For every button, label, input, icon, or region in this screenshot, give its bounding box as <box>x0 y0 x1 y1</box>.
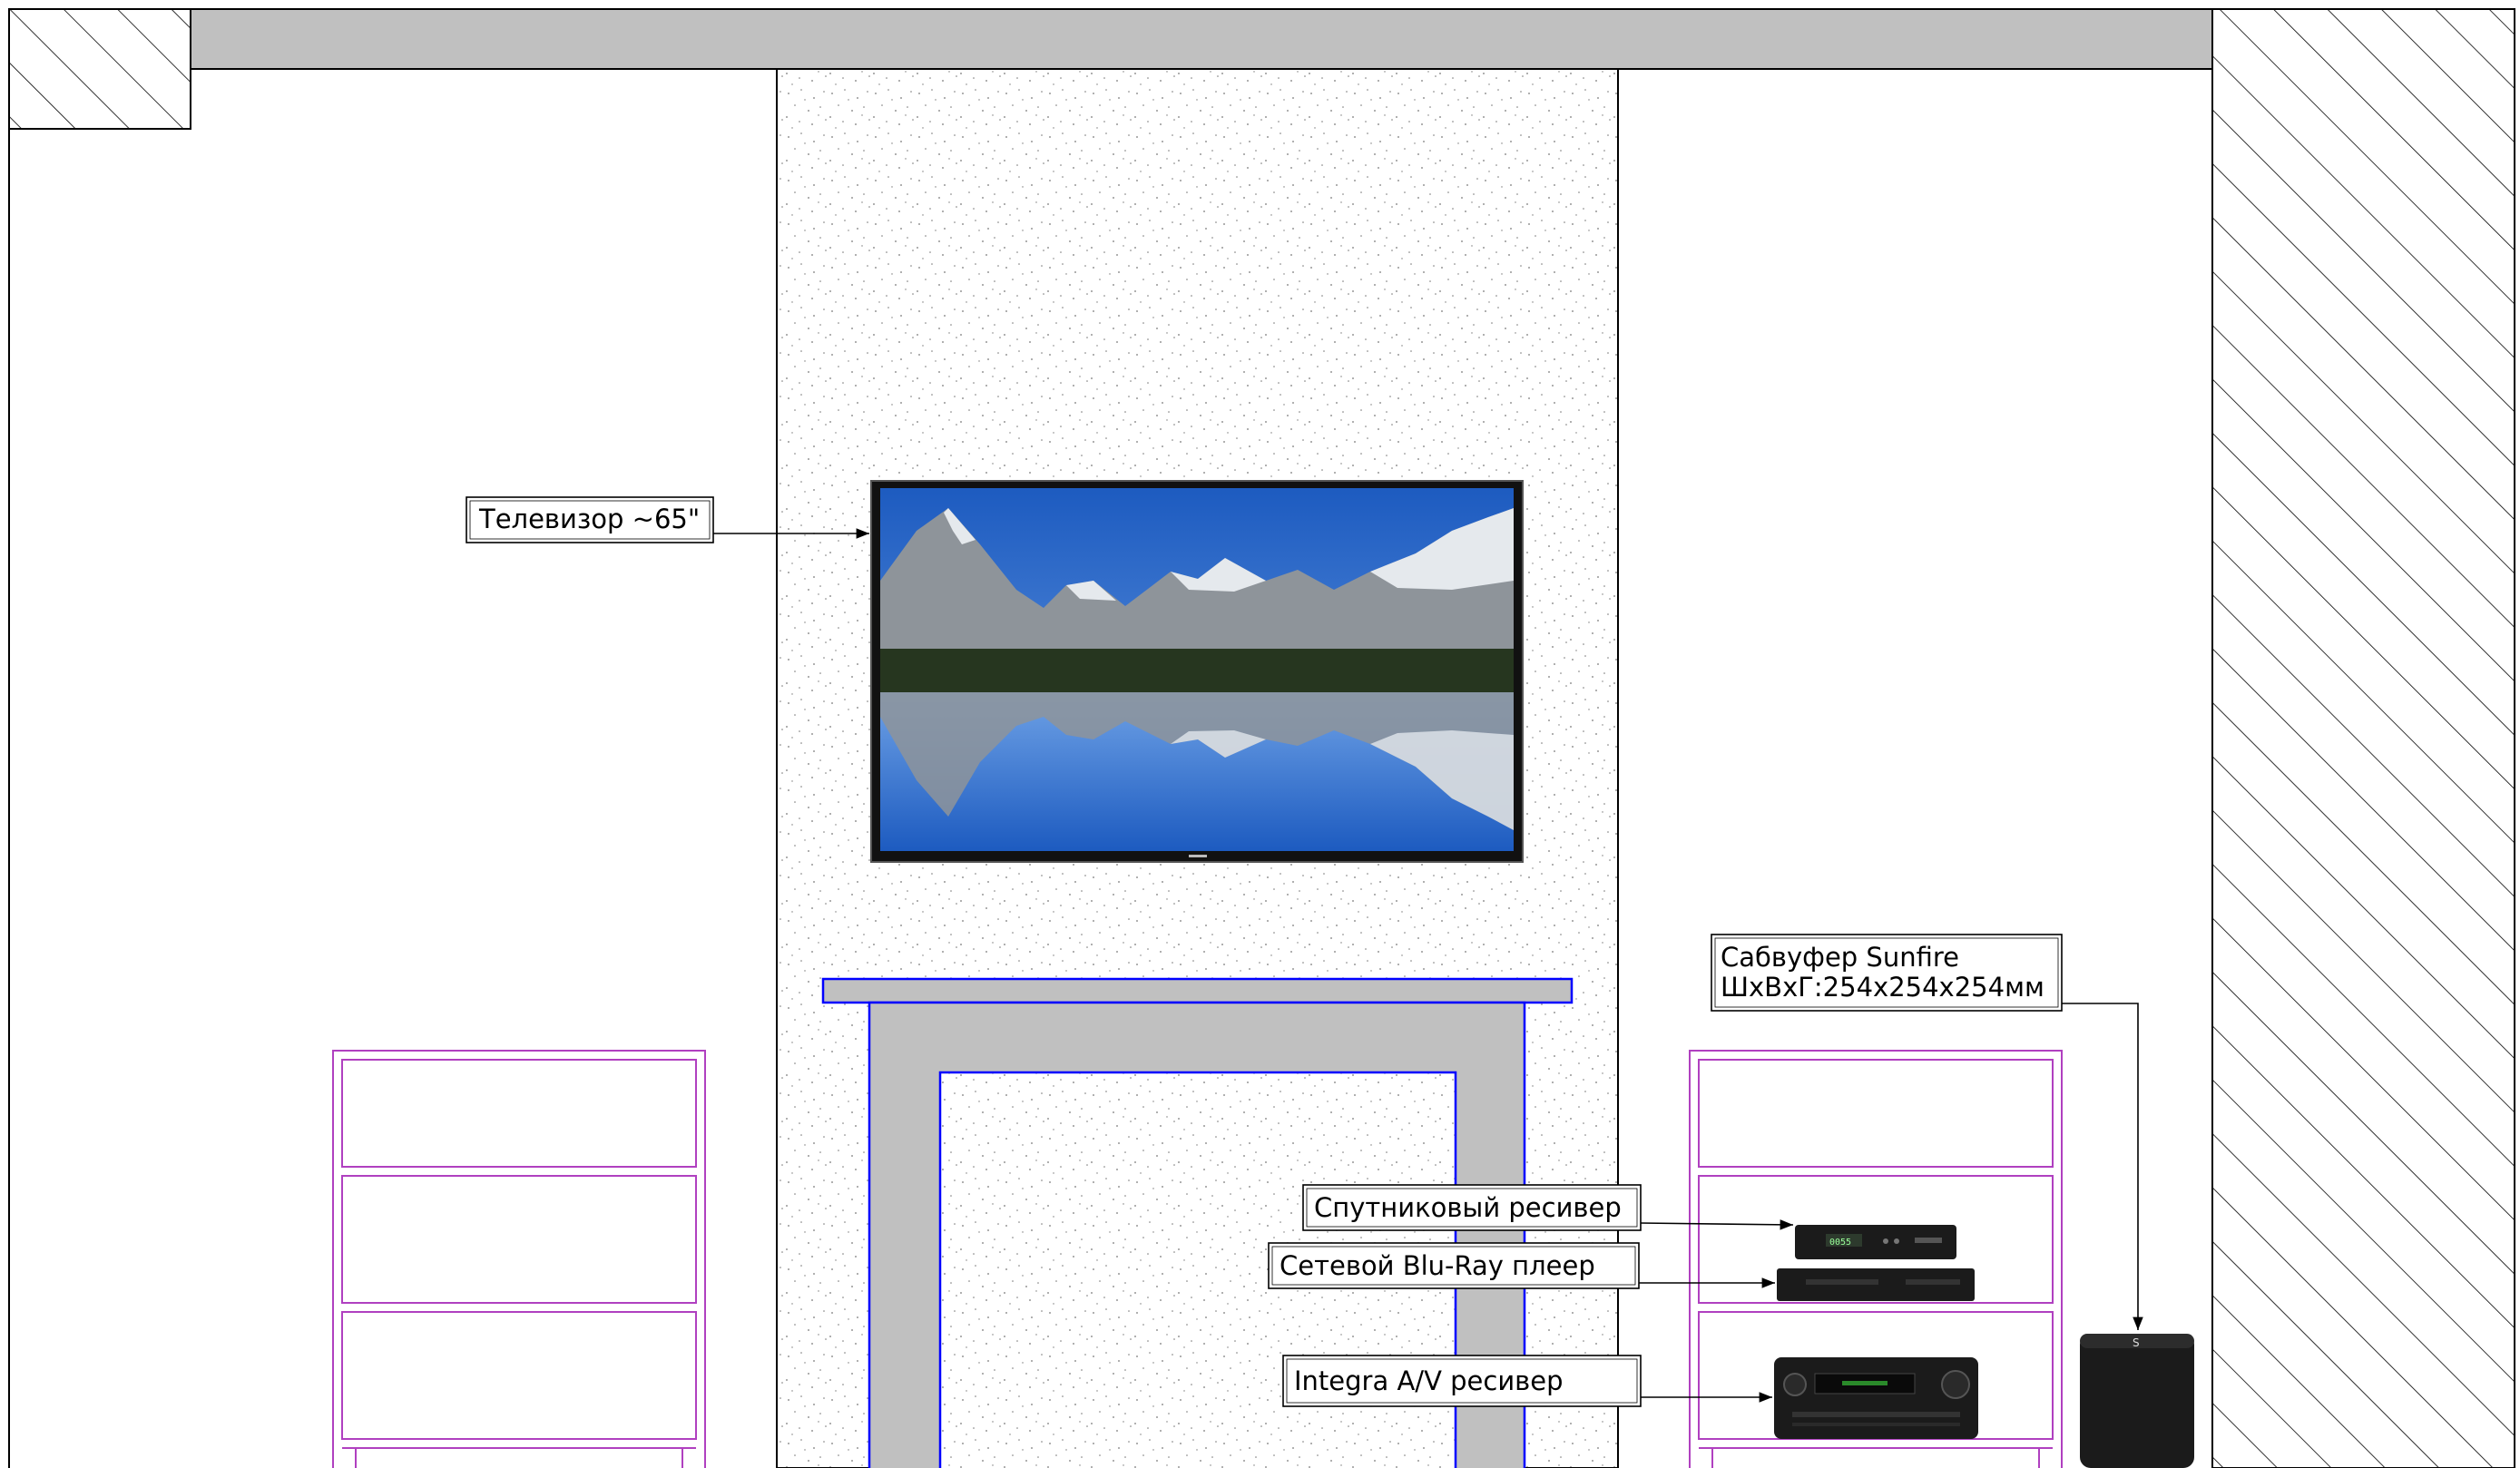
elevation-drawing: 0055 S Телевизор ~65" Сабвуфер Sunfire Ш… <box>8 8 2515 1468</box>
hatched-wall-right <box>2211 8 2515 1468</box>
shelving-unit-left <box>332 1050 706 1468</box>
label-satellite: Спутниковый ресивер <box>1314 1192 1622 1223</box>
callout-satellite: Спутниковый ресивер <box>1302 1184 1794 1231</box>
tv-brand-logo <box>1189 855 1207 857</box>
satellite-receiver-device: 0055 <box>1795 1225 1956 1259</box>
subwoofer-device: S <box>2080 1334 2194 1468</box>
label-subwoofer-line1: Сабвуфер Sunfire <box>1721 942 1959 973</box>
svg-text:S: S <box>2133 1336 2140 1349</box>
hatched-wall-top-left <box>8 8 191 130</box>
ceiling-beam <box>190 8 2213 70</box>
av-receiver-device <box>1774 1357 1978 1439</box>
bluray-player-device <box>1777 1268 1975 1301</box>
fireplace-mantel <box>821 977 1574 1004</box>
svg-text:0055: 0055 <box>1829 1238 1851 1248</box>
label-subwoofer-line2: ШхВхГ:254х254х254мм <box>1721 972 2044 1003</box>
television <box>870 480 1524 863</box>
label-bluray: Сетевой Blu-Ray плеер <box>1280 1250 1595 1281</box>
label-tv: Телевизор ~65" <box>478 504 700 534</box>
tv-forest <box>880 649 1514 692</box>
label-av-receiver: Integra A/V ресивер <box>1294 1365 1564 1396</box>
